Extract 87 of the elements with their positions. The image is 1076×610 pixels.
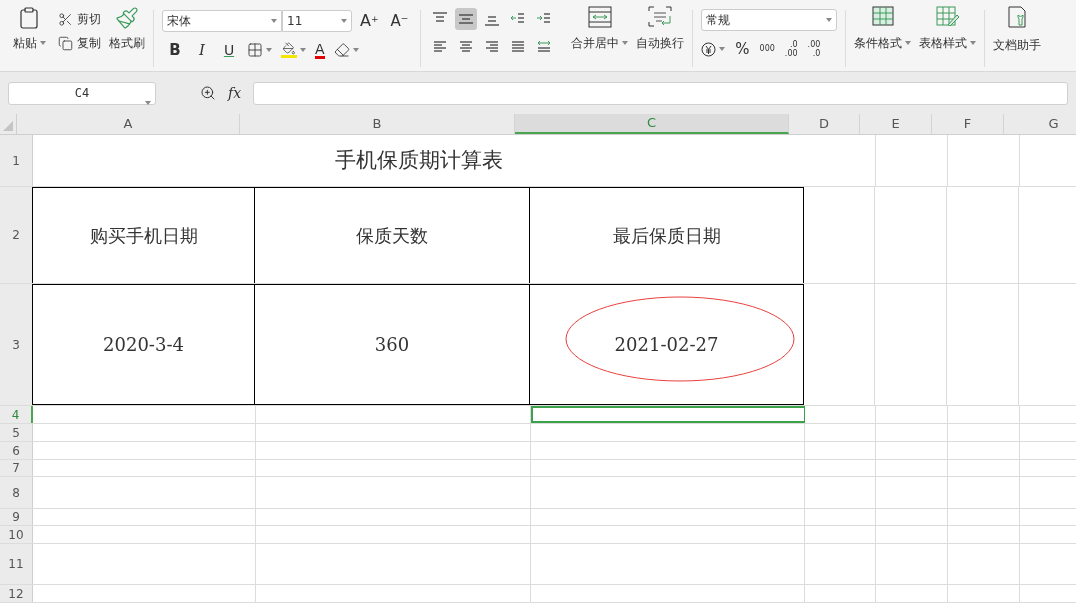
- align-icon: [458, 11, 475, 27]
- scissors-icon: [58, 11, 73, 27]
- wrap-text-icon: [648, 6, 673, 28]
- table-icon: [871, 6, 894, 26]
- caret-icon: [145, 100, 151, 105]
- merge-center-button[interactable]: 合并居中: [571, 6, 629, 52]
- title-cell[interactable]: 手机保质期计算表: [33, 135, 805, 186]
- conditional-format-button[interactable]: 条件格式: [854, 6, 912, 52]
- table-cell[interactable]: 保质天数: [255, 187, 530, 283]
- row-header[interactable]: 5: [0, 424, 33, 441]
- merge-cells-icon: [587, 6, 612, 28]
- clipboard-icon: [17, 6, 41, 30]
- row-header[interactable]: 4: [0, 406, 33, 423]
- document-wrench-icon: [1008, 6, 1027, 28]
- align-button[interactable]: [455, 8, 478, 30]
- table-cell[interactable]: 2021-02-27: [530, 284, 804, 405]
- align-icon: [510, 39, 527, 55]
- format-painter-button[interactable]: 格式刷: [109, 6, 145, 52]
- column-header[interactable]: E: [860, 114, 932, 134]
- paintbrush-icon: [115, 6, 139, 30]
- row-header[interactable]: 1: [0, 135, 33, 186]
- underline-button[interactable]: U: [220, 39, 238, 61]
- bold-button[interactable]: B: [166, 39, 184, 62]
- table-style-button[interactable]: 表格样式: [919, 6, 977, 52]
- row-header[interactable]: 10: [0, 526, 33, 543]
- grow-font-button[interactable]: A$^{+}$: [356, 9, 383, 33]
- font-name-dropdown[interactable]: 宋体: [162, 10, 282, 32]
- row-header[interactable]: 12: [0, 585, 33, 602]
- caret-icon: [622, 41, 629, 45]
- increase-decimal-button[interactable]: .0 .00: [784, 40, 798, 59]
- thousands-button[interactable]: 000: [759, 45, 775, 54]
- assistant-button[interactable]: 文档助手: [993, 6, 1042, 54]
- caret-icon: [970, 41, 977, 45]
- caret-icon: [39, 41, 46, 45]
- yen-icon: [701, 41, 717, 57]
- table-cell[interactable]: 360: [255, 284, 530, 405]
- row-header[interactable]: 6: [0, 442, 33, 459]
- table-pencil-icon: [935, 6, 960, 26]
- copy-icon: [58, 35, 73, 51]
- percent-button[interactable]: %: [735, 38, 750, 61]
- wrap-text-button[interactable]: 自动换行: [636, 6, 685, 52]
- font-size-dropdown[interactable]: 11: [282, 10, 352, 32]
- row-header[interactable]: 3: [0, 284, 33, 405]
- caret-icon: [341, 19, 347, 23]
- grid-icon: [247, 42, 263, 59]
- fill-color-button[interactable]: [281, 42, 306, 59]
- zoom-icon: [200, 85, 216, 101]
- caret-icon: [826, 18, 833, 22]
- clear-button[interactable]: [333, 42, 359, 59]
- column-header[interactable]: A: [17, 114, 240, 134]
- formula-field[interactable]: [253, 81, 1068, 105]
- number-format-dropdown[interactable]: 常规: [701, 9, 838, 31]
- caret-icon: [300, 48, 306, 53]
- name-box[interactable]: C4: [8, 81, 156, 105]
- align-icon: [484, 39, 501, 55]
- column-header[interactable]: F: [932, 114, 1004, 134]
- paste-button[interactable]: 粘贴: [8, 6, 50, 52]
- column-header[interactable]: G: [1004, 114, 1076, 134]
- table-cell[interactable]: 购买手机日期: [32, 187, 255, 283]
- caret-icon: [352, 48, 359, 53]
- row-header[interactable]: 2: [0, 187, 33, 283]
- row-header[interactable]: 11: [0, 544, 33, 584]
- italic-button[interactable]: I: [193, 39, 211, 62]
- caret-icon: [719, 47, 726, 52]
- selected-cell[interactable]: [531, 406, 805, 423]
- caret-icon: [271, 19, 277, 23]
- align-icon: [432, 39, 449, 55]
- shrink-font-button[interactable]: A$^{−}$: [386, 9, 413, 33]
- table-cell[interactable]: 最后保质日期: [530, 187, 804, 283]
- row-header[interactable]: 9: [0, 509, 33, 525]
- borders-button[interactable]: [247, 42, 272, 59]
- column-header[interactable]: D: [789, 114, 860, 134]
- copy-button[interactable]: 复制: [58, 34, 101, 52]
- eraser-icon: [333, 42, 350, 59]
- currency-button[interactable]: [701, 41, 726, 57]
- function-label: fx: [228, 83, 242, 103]
- row-header[interactable]: 8: [0, 477, 33, 508]
- table-cell[interactable]: 2020-3-4: [32, 284, 255, 405]
- font-color-button[interactable]: A: [315, 41, 325, 59]
- cut-button[interactable]: 剪切: [58, 10, 101, 28]
- paint-bucket-icon: [281, 42, 297, 59]
- row-header[interactable]: 7: [0, 460, 33, 476]
- caret-icon: [266, 48, 272, 53]
- align-icon: [458, 39, 475, 55]
- align-icon: [536, 39, 553, 55]
- decrease-decimal-button[interactable]: .00 .0: [807, 40, 821, 59]
- caret-icon: [905, 41, 912, 45]
